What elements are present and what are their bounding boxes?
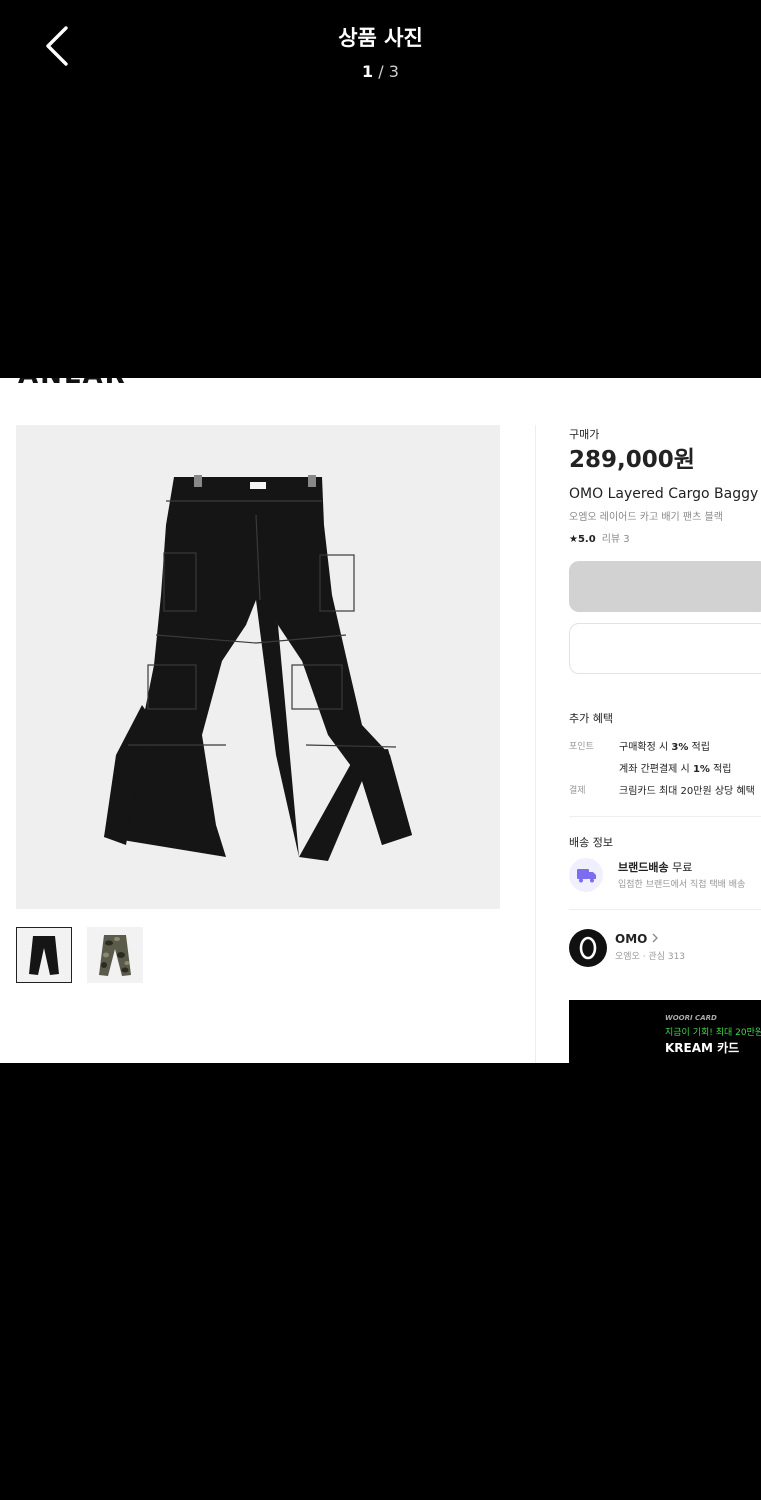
camo-pants-thumbnail-icon (99, 935, 131, 976)
rating-score: ★5.0 (569, 534, 596, 545)
price: 289,000원 (569, 447, 695, 473)
rating: ★5.0 리뷰 3 (569, 530, 630, 545)
chevron-right-icon (652, 933, 658, 943)
review-count[interactable]: 리뷰 3 (602, 534, 630, 545)
brand-link[interactable]: OMO (615, 932, 659, 946)
current-index: 1 (362, 62, 374, 81)
benefit-payment: 크림카드 최대 20만원 상당 혜택 (619, 786, 755, 797)
black-pants-thumbnail-icon (29, 936, 59, 975)
benefit-key-point: 포인트 (569, 742, 594, 752)
benefits-title: 추가 혜택 (569, 712, 613, 725)
viewer-title: 상품 사진 (338, 26, 423, 50)
section-divider (569, 909, 761, 910)
benefit-point-account: 계좌 간편결제 시 1% 적립 (619, 764, 732, 775)
main-product-image (16, 425, 500, 909)
image-counter: 1 / 3 (0, 62, 761, 81)
brand-info: 오엠오 · 관심 313 (615, 952, 686, 962)
photo-viewer-header: 상품 사진 1 / 3 (0, 0, 761, 110)
brand-logo-mark (579, 936, 597, 960)
product-photo: ANLAR (0, 378, 761, 1063)
shipping-method: 브랜드배송 무료 (618, 861, 693, 874)
banner-promo: 지금이 기회! 최대 20만원 (665, 1028, 761, 1038)
buy-button[interactable] (569, 561, 761, 612)
product-name-korean: 오엠오 레이어드 카고 배기 팬츠 블랙 (569, 512, 723, 523)
section-divider (569, 816, 761, 817)
shipping-description: 입점한 브랜드에서 직접 택배 배송 (618, 880, 746, 890)
column-divider (535, 425, 536, 1063)
banner-card-issuer: WOORI CARD (665, 1014, 717, 1022)
thumbnail-camo[interactable] (87, 927, 143, 983)
benefit-key-payment: 결제 (569, 786, 586, 796)
benefit-point-confirm: 구매확정 시 3% 적립 (619, 742, 710, 753)
truck-glyph (577, 869, 596, 883)
counter-separator: / (378, 62, 384, 81)
banner-title: KREAM 카드 (665, 1041, 740, 1055)
truck-icon (569, 858, 603, 892)
secondary-button[interactable] (569, 623, 761, 674)
shipping-title: 배송 정보 (569, 836, 613, 849)
cargo-pants-image (104, 475, 412, 861)
kream-card-banner[interactable]: WOORI CARD 지금이 기회! 최대 20만원 KREAM 카드 (569, 1000, 761, 1063)
total-count: 3 (388, 62, 399, 81)
thumbnail-black[interactable] (16, 927, 72, 983)
brand-logo[interactable] (569, 929, 607, 967)
page-heading-cut: ANLAR (18, 378, 127, 390)
product-name-english: OMO Layered Cargo Baggy (569, 486, 759, 502)
